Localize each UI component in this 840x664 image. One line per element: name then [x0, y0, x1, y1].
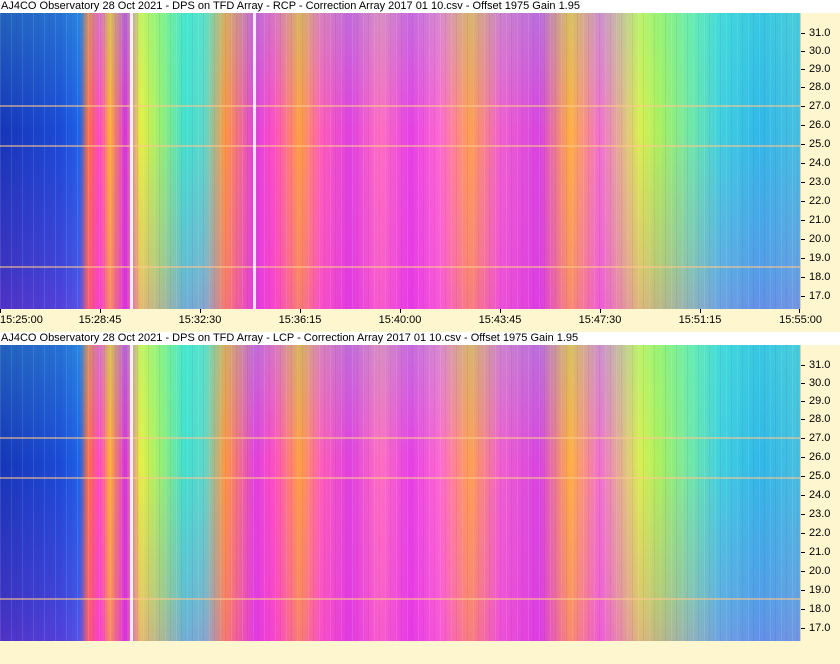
x-tick-label: 15:36:15: [278, 314, 322, 326]
y-tick-label: 26.0: [809, 119, 831, 131]
y-tick-label: 21.0: [809, 214, 831, 226]
y-tick: [801, 628, 805, 629]
y-tick-label: 19.0: [809, 584, 831, 596]
x-tick-label: 15:51:15: [678, 314, 722, 326]
spectrogram-streaks: [0, 13, 800, 309]
x-tick: [200, 309, 201, 313]
x-tick: [100, 309, 101, 313]
y-tick-label: 28.0: [809, 413, 831, 425]
x-tick: [400, 309, 401, 313]
y-tick: [801, 51, 805, 52]
spectrogram-streaks: [0, 345, 800, 641]
y-tick: [801, 33, 805, 34]
y-tick: [801, 163, 805, 164]
x-tick-label: 15:55:00: [779, 314, 822, 326]
y-tick: [801, 419, 805, 420]
y-tick-label: 23.0: [809, 508, 831, 520]
x-tick-label: 15:32:30: [178, 314, 222, 326]
x-tick: [500, 309, 501, 313]
frequency-axis-rcp: 31.0 30.0 29.0 28.0 27.0 26.0 25.0 24.0 …: [800, 13, 840, 309]
y-tick: [801, 87, 805, 88]
y-tick: [801, 514, 805, 515]
y-tick: [801, 495, 805, 496]
y-tick-label: 17.0: [809, 622, 831, 634]
y-tick: [801, 533, 805, 534]
y-tick-label: 18.0: [809, 271, 831, 283]
y-tick-label: 30.0: [809, 45, 831, 57]
y-tick-label: 26.0: [809, 451, 831, 463]
y-tick-label: 25.0: [809, 470, 831, 482]
y-tick: [801, 220, 805, 221]
y-tick: [801, 590, 805, 591]
x-tick: [0, 309, 1, 313]
y-tick: [801, 201, 805, 202]
y-tick-label: 22.0: [809, 195, 831, 207]
y-tick: [801, 144, 805, 145]
interference-line: [0, 266, 800, 268]
y-tick-label: 21.0: [809, 546, 831, 558]
rcp-spectrogram: [0, 13, 800, 309]
y-tick: [801, 106, 805, 107]
x-tick: [300, 309, 301, 313]
lcp-spectrogram: [0, 345, 800, 641]
x-tick: [799, 309, 800, 313]
y-tick: [801, 438, 805, 439]
y-tick-label: 19.0: [809, 252, 831, 264]
y-tick: [801, 383, 805, 384]
y-tick: [801, 69, 805, 70]
frequency-axis-lcp: 31.0 30.0 29.0 28.0 27.0 26.0 25.0 24.0 …: [800, 345, 840, 641]
interference-line: [0, 477, 800, 479]
y-tick-label: 23.0: [809, 176, 831, 188]
interference-line: [0, 598, 800, 600]
burst-streak: [130, 345, 133, 641]
x-tick-label: 15:47:30: [578, 314, 622, 326]
y-tick-label: 22.0: [809, 527, 831, 539]
y-tick: [801, 401, 805, 402]
y-tick: [801, 609, 805, 610]
y-tick-label: 30.0: [809, 377, 831, 389]
y-tick: [801, 182, 805, 183]
y-tick: [801, 296, 805, 297]
y-tick-label: 24.0: [809, 489, 831, 501]
y-tick-label: 20.0: [809, 565, 831, 577]
time-axis: 15:25:00 15:28:45 15:32:30 15:36:15 15:4…: [0, 309, 840, 328]
lcp-panel: AJ4CO Observatory 28 Oct 2021 - DPS on T…: [0, 332, 840, 664]
y-tick-label: 31.0: [809, 359, 831, 371]
x-tick-label: 15:28:45: [78, 314, 122, 326]
x-tick-label: 15:43:45: [478, 314, 522, 326]
y-tick-label: 20.0: [809, 233, 831, 245]
y-tick-label: 28.0: [809, 81, 831, 93]
y-tick-label: 25.0: [809, 138, 831, 150]
rcp-panel: AJ4CO Observatory 28 Oct 2021 - DPS on T…: [0, 0, 840, 328]
y-tick: [801, 457, 805, 458]
y-tick-label: 27.0: [809, 432, 831, 444]
x-tick: [700, 309, 701, 313]
y-tick: [801, 552, 805, 553]
y-tick-label: 17.0: [809, 290, 831, 302]
x-tick-label: 15:40:00: [378, 314, 422, 326]
interference-line: [0, 145, 800, 147]
panel-title-lcp: AJ4CO Observatory 28 Oct 2021 - DPS on T…: [0, 332, 840, 345]
y-tick-label: 27.0: [809, 100, 831, 112]
y-tick-label: 18.0: [809, 603, 831, 615]
x-tick-label: 15:25:00: [0, 314, 43, 326]
burst-streak: [130, 13, 133, 309]
y-tick: [801, 365, 805, 366]
y-tick: [801, 125, 805, 126]
panel-title-rcp: AJ4CO Observatory 28 Oct 2021 - DPS on T…: [0, 0, 840, 13]
y-tick: [801, 258, 805, 259]
x-tick: [600, 309, 601, 313]
y-tick: [801, 476, 805, 477]
burst-streak: [253, 13, 256, 309]
interference-line: [0, 437, 800, 439]
y-tick-label: 29.0: [809, 395, 831, 407]
y-tick: [801, 571, 805, 572]
y-tick: [801, 277, 805, 278]
interference-line: [0, 105, 800, 107]
y-tick-label: 31.0: [809, 27, 831, 39]
y-tick-label: 29.0: [809, 63, 831, 75]
y-tick-label: 24.0: [809, 157, 831, 169]
y-tick: [801, 239, 805, 240]
